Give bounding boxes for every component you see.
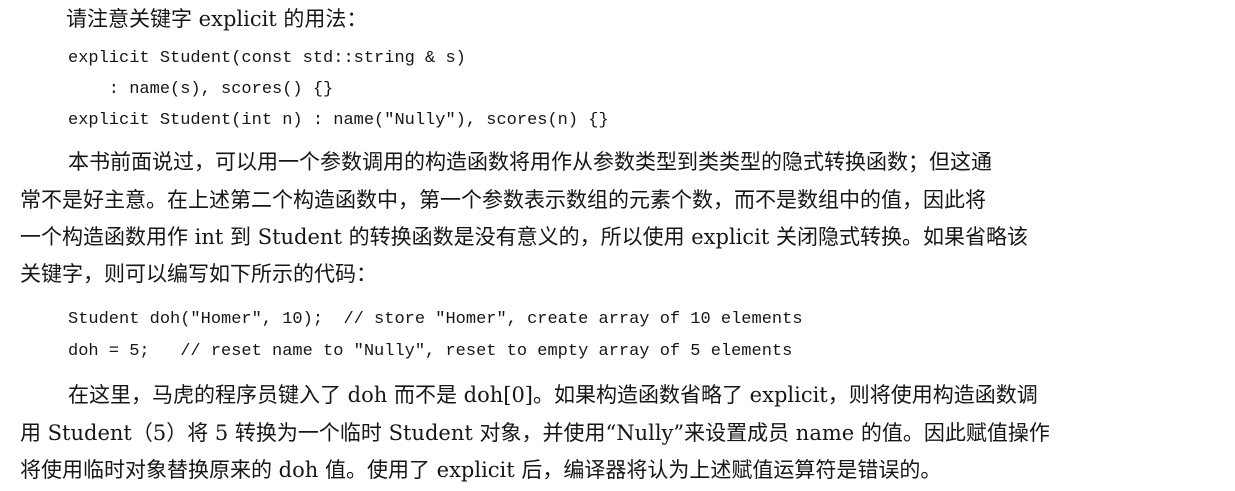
paragraph-line: 将使用临时对象替换原来的 doh 值。使用了 explicit 后，编译器将认为… <box>20 458 942 482</box>
paragraph-line: 常不是好主意。在上述第二个构造函数中，第一个参数表示数组的元素个数，而不是数组中… <box>20 188 986 212</box>
paragraph-line: 用 Student（5）将 5 转换为一个临时 Student 对象，并使用“N… <box>20 421 1050 445</box>
paragraph-line: 一个构造函数用作 int 到 Student 的转换函数是没有意义的，所以使用 … <box>20 225 1028 249</box>
code-line: explicit Student(int n) : name("Nully"),… <box>68 111 609 130</box>
code-line: doh = 5; // reset name to "Nully", reset… <box>68 342 793 361</box>
paragraph-line: 在这里，马虎的程序员键入了 doh 而不是 doh[0]。如果构造函数省略了 e… <box>68 383 1038 407</box>
code-line: : name(s), scores() {} <box>68 80 334 99</box>
book-page: 请注意关键字 explicit 的用法： explicit Student(co… <box>0 0 1235 491</box>
intro-heading: 请注意关键字 explicit 的用法： <box>66 7 368 31</box>
paragraph-line: 关键字，则可以编写如下所示的代码： <box>20 262 377 286</box>
paragraph-line: 本书前面说过，可以用一个参数调用的构造函数将用作从参数类型到类类型的隐式转换函数… <box>68 150 992 174</box>
code-line: Student doh("Homer", 10); // store "Home… <box>68 310 803 329</box>
code-line: explicit Student(const std::string & s) <box>68 49 466 68</box>
